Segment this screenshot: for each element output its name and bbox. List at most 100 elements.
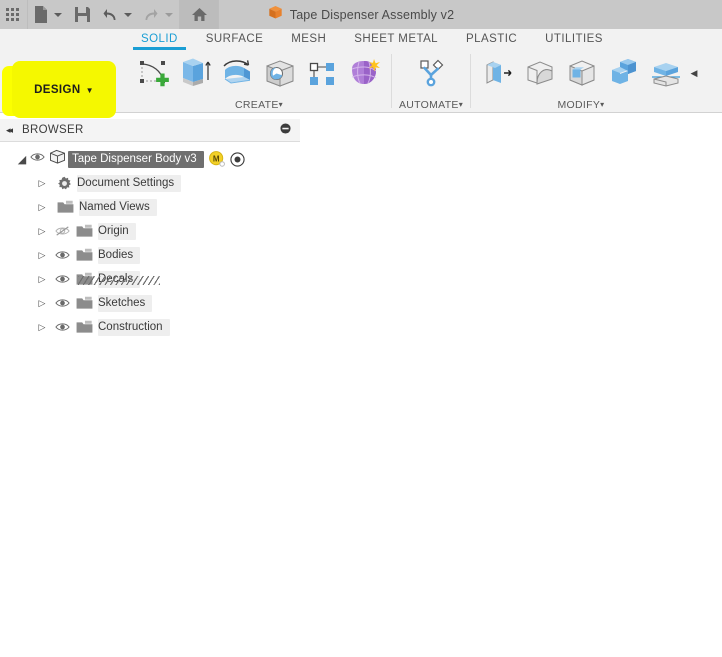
create-form-icon[interactable]: [343, 53, 385, 93]
folder-icon: [76, 248, 93, 262]
expander-icon[interactable]: ▷: [34, 322, 50, 333]
eye-icon[interactable]: [55, 249, 70, 261]
modify-overflow-arrow[interactable]: ◀: [687, 53, 701, 93]
tab-mesh-label: MESH: [291, 33, 327, 45]
folder-icon: [76, 296, 93, 310]
fillet-icon[interactable]: [519, 53, 561, 93]
tab-sheet-metal[interactable]: SHEET METAL: [340, 31, 452, 45]
tree-node-construction-label: Construction: [98, 321, 163, 333]
toolbar-separator: [218, 0, 219, 29]
tab-sheet-metal-label: SHEET METAL: [354, 33, 439, 45]
eye-icon[interactable]: [55, 297, 70, 309]
panel-automate-title[interactable]: AUTOMATE▾: [392, 99, 470, 111]
expander-icon[interactable]: ▷: [34, 274, 50, 285]
shell-icon[interactable]: [561, 53, 603, 93]
workspace-selector-label: DESIGN: [34, 83, 81, 96]
tree-node-root-label-box[interactable]: Tape Dispenser Body v3: [68, 150, 204, 168]
tab-utilities-label: UTILITIES: [545, 33, 603, 45]
tree-node-sketches-label: Sketches: [98, 297, 146, 309]
folder-icon: [76, 320, 93, 334]
tree-node-sketches-label-box[interactable]: Sketches: [98, 294, 153, 312]
press-pull-icon[interactable]: [477, 53, 519, 93]
tree-node-named-views-label-box[interactable]: Named Views: [79, 198, 157, 216]
extrude-icon[interactable]: [175, 53, 217, 93]
svg-text:M: M: [212, 154, 219, 163]
expander-icon[interactable]: ▷: [34, 226, 50, 237]
document-title-text: Tape Dispenser Assembly v2: [289, 7, 455, 22]
hole-icon[interactable]: [259, 53, 301, 93]
create-sketch-icon[interactable]: [133, 53, 175, 93]
tab-plastic-label: PLASTIC: [466, 33, 518, 45]
collapse-panel-icon[interactable]: ◂◂: [6, 125, 13, 136]
workspace-selector-label-group: DESIGN ▼: [12, 61, 116, 118]
pattern-icon[interactable]: [301, 53, 343, 93]
tree-node-construction[interactable]: ▷ Construction: [0, 315, 300, 339]
tab-surface[interactable]: SURFACE: [192, 31, 277, 45]
eye-icon[interactable]: [55, 273, 70, 285]
redo-icon[interactable]: [138, 0, 179, 29]
expander-icon[interactable]: ▷: [34, 178, 50, 189]
expander-icon[interactable]: ▷: [34, 250, 50, 261]
panel-automate-label: AUTOMATE: [398, 99, 459, 111]
chevron-down-icon: ▾: [278, 100, 283, 109]
expander-icon[interactable]: ▷: [34, 202, 50, 213]
component-icon: [49, 149, 66, 169]
file-icon[interactable]: [28, 0, 68, 29]
app-grid-icon[interactable]: [0, 0, 27, 29]
tree-node-document-settings-label-box[interactable]: Document Settings: [77, 174, 182, 192]
eye-off-icon[interactable]: [55, 225, 70, 237]
revolve-icon[interactable]: [217, 53, 259, 93]
tree-node-root[interactable]: ◢ Tape Dispenser Body v3 M: [0, 147, 300, 171]
gear-icon: [57, 176, 72, 191]
cube-icon: [268, 5, 283, 25]
tab-mesh[interactable]: MESH: [277, 31, 340, 45]
folder-icon: [76, 272, 93, 286]
tab-surface-label: SURFACE: [205, 33, 264, 45]
tab-solid[interactable]: SOLID: [127, 31, 192, 50]
eye-icon[interactable]: [55, 321, 70, 333]
tree-node-named-views[interactable]: ▷ Named Views: [0, 195, 300, 219]
combine-icon[interactable]: [603, 53, 645, 93]
eye-icon[interactable]: [30, 150, 45, 168]
tree-node-origin-label: Origin: [98, 225, 129, 237]
target-icon[interactable]: [230, 151, 245, 167]
split-body-icon[interactable]: [645, 53, 687, 93]
tree-node-root-label: Tape Dispenser Body v3: [72, 153, 197, 165]
tree-node-document-settings-label: Document Settings: [77, 177, 175, 189]
tree-node-decals-label-box[interactable]: Decals: [98, 270, 141, 288]
fusion-app-window: Tape Dispenser Assembly v2 SOLID SURFACE…: [0, 0, 722, 657]
folder-icon: [57, 200, 74, 214]
tree-node-decals[interactable]: ▷ Decals: [0, 267, 300, 291]
title-bar: Tape Dispenser Assembly v2: [0, 0, 722, 30]
material-badge[interactable]: M: [208, 151, 225, 167]
tree-node-construction-label-box[interactable]: Construction: [98, 318, 170, 336]
tree-node-named-views-label: Named Views: [79, 201, 150, 213]
overflow-caret-icon: ◀: [690, 67, 698, 78]
panel-create-label: CREATE: [235, 99, 279, 111]
automate-icon[interactable]: [410, 53, 452, 93]
workspace-selector[interactable]: DESIGN ▼: [2, 61, 116, 119]
minus-circle-icon[interactable]: [280, 121, 291, 139]
chevron-down-icon: ▾: [458, 100, 464, 109]
home-icon[interactable]: [180, 0, 218, 29]
panel-modify: ◀ MODIFY▾: [471, 52, 707, 112]
tab-utilities[interactable]: UTILITIES: [531, 31, 617, 45]
tree-node-document-settings[interactable]: ▷ Document Settings: [0, 171, 300, 195]
expander-icon[interactable]: ▷: [34, 298, 50, 309]
tree-node-origin-label-box[interactable]: Origin: [98, 222, 136, 240]
tab-plastic[interactable]: PLASTIC: [452, 31, 531, 45]
tree-node-bodies[interactable]: ▷ Bodies: [0, 243, 300, 267]
expander-icon[interactable]: ◢: [14, 153, 30, 166]
browser-tree: ◢ Tape Dispenser Body v3 M ▷ Document Se…: [0, 147, 300, 339]
panel-modify-title[interactable]: MODIFY▾: [471, 99, 691, 111]
panel-create-title[interactable]: CREATE▾: [127, 99, 391, 111]
tree-node-bodies-label-box[interactable]: Bodies: [98, 246, 141, 264]
panel-create: CREATE▾: [127, 52, 391, 112]
chevron-down-icon: ▼: [85, 86, 94, 95]
save-icon[interactable]: [68, 0, 97, 29]
undo-icon[interactable]: [97, 0, 138, 29]
tree-node-origin[interactable]: ▷ Origin: [0, 219, 300, 243]
tab-solid-label: SOLID: [141, 33, 178, 45]
panel-automate: AUTOMATE▾: [392, 52, 470, 112]
tree-node-sketches[interactable]: ▷ Sketches: [0, 291, 300, 315]
